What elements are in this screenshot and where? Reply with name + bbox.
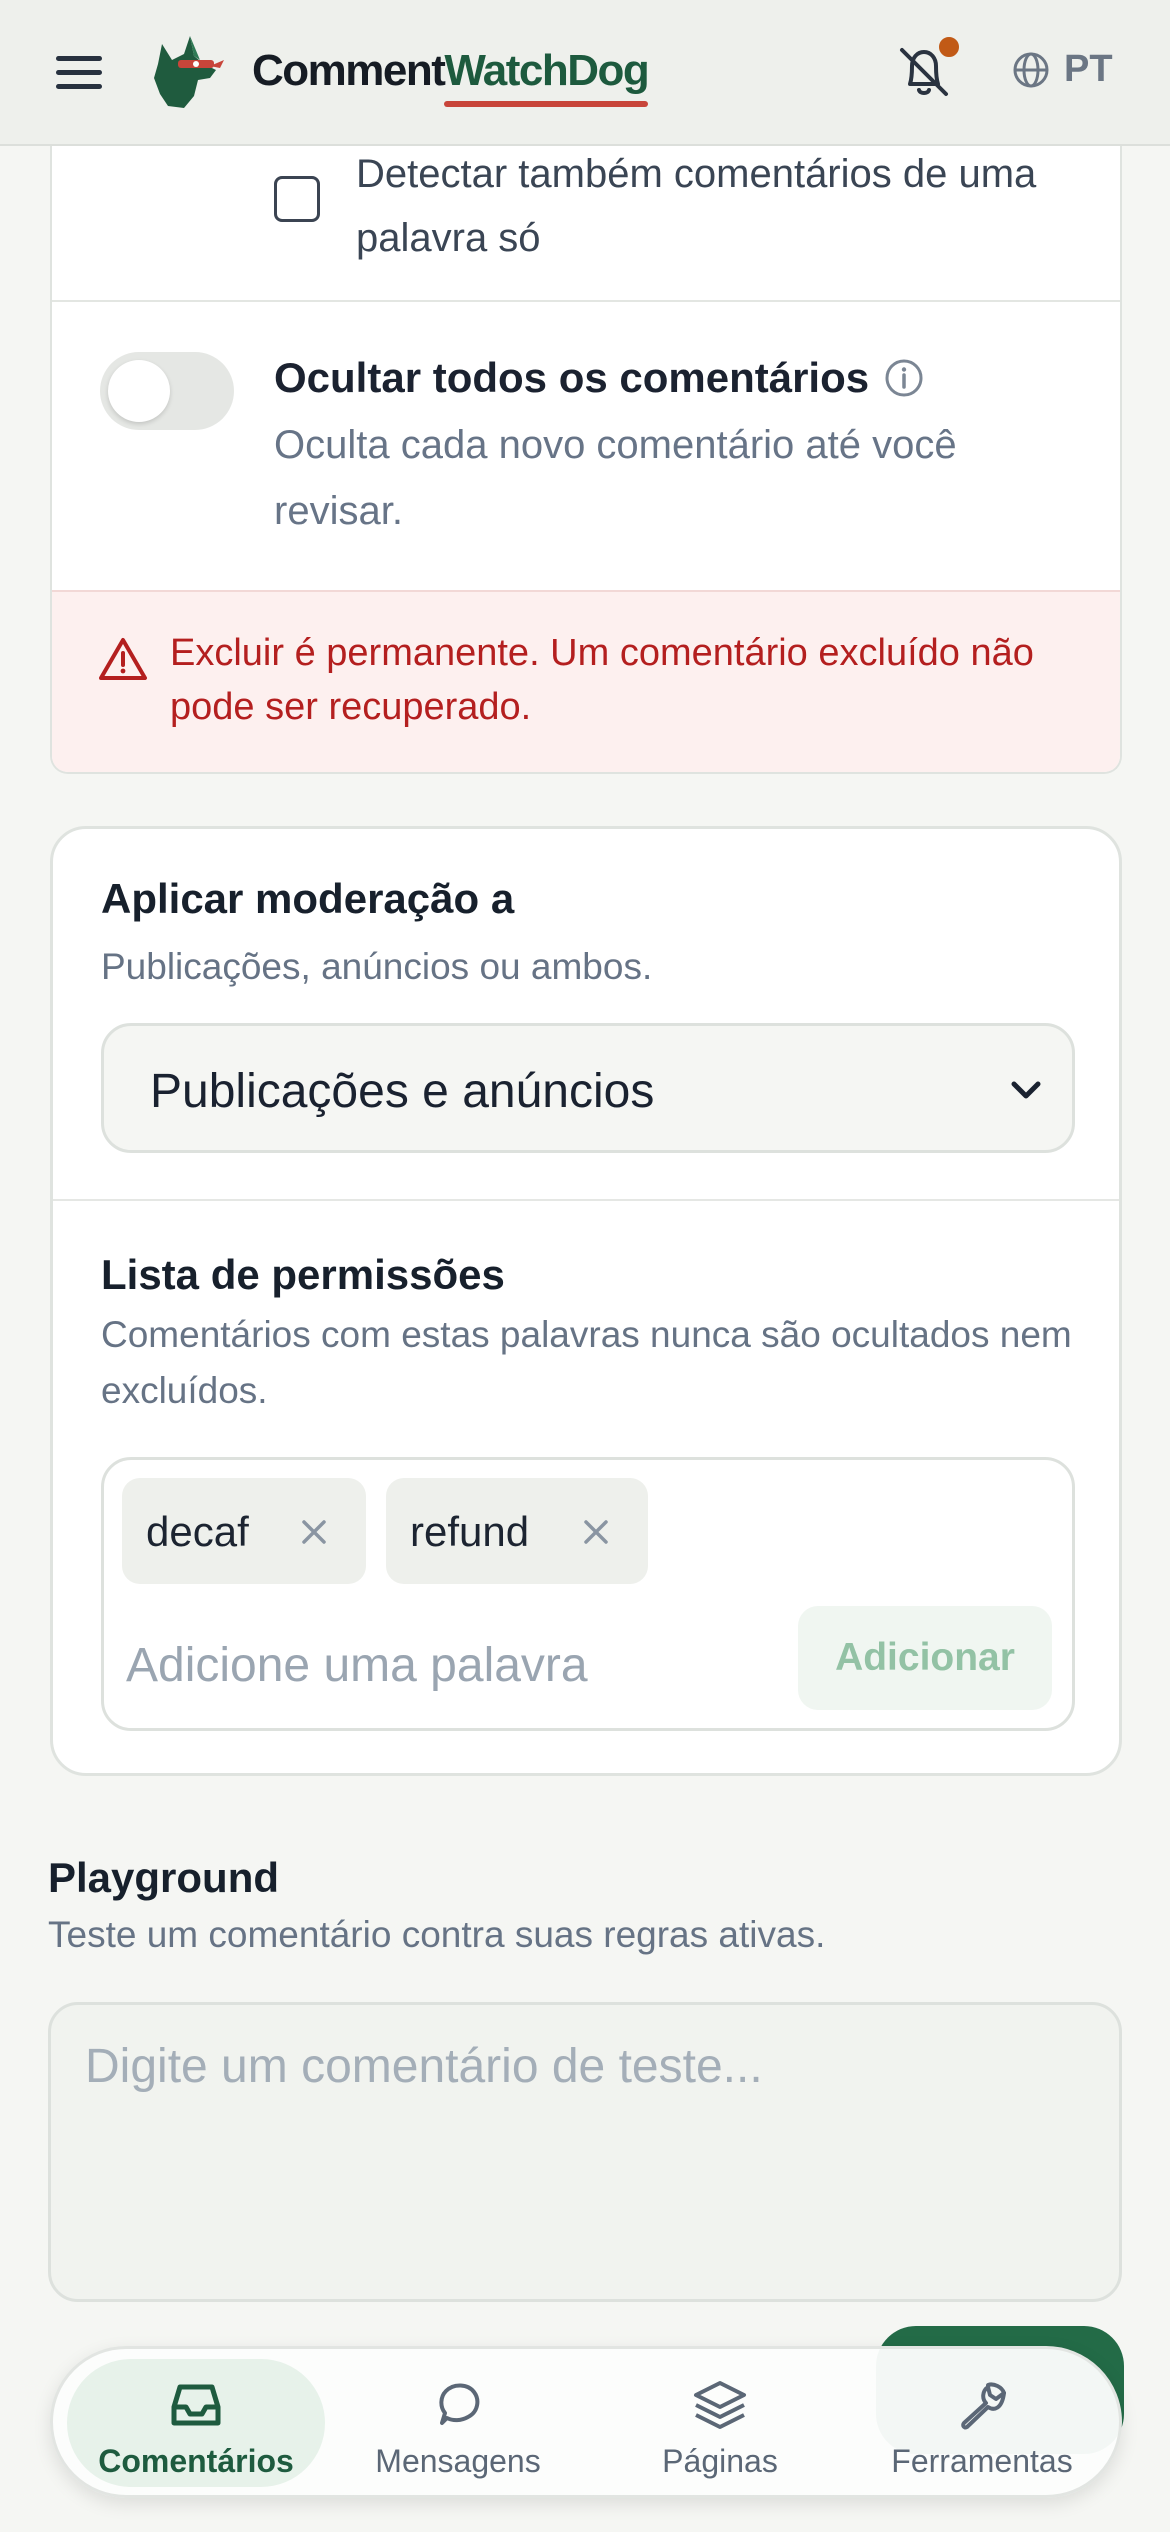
single-word-option: Detectar também comentários de uma palav… [52,146,1120,302]
notification-badge [936,34,962,60]
allowlist-title: Lista de permissões [101,1251,505,1298]
globe-icon [1013,52,1049,87]
info-icon[interactable] [882,356,926,400]
warning-text: Excluir é permanente. Um comentário excl… [170,632,1034,728]
app-header: CommentWatchDog PT [0,0,1170,146]
chat-bubble-icon [439,2383,480,2425]
nav-tab-mensagens[interactable]: Mensagens [329,2359,587,2487]
nav-label: Ferramentas [891,2443,1073,2479]
nav-label: Páginas [662,2443,778,2479]
nav-tab-ferramentas[interactable]: Ferramentas [853,2359,1111,2487]
moderation-target-select[interactable]: Publicações e anúncios [101,1023,1075,1153]
single-word-label: Detectar também comentários de uma palav… [356,152,1037,260]
moderation-card: Aplicar moderação a Publicações, anúncio… [50,826,1122,1776]
wrench-icon [961,2382,1006,2430]
single-word-checkbox[interactable] [274,176,320,222]
tag-label: decaf [146,1508,249,1555]
layers-icon [694,2381,746,2429]
language-selector[interactable]: PT [1012,48,1113,91]
hide-all-option: Ocultar todos os comentários Oculta cada… [52,302,1120,590]
hide-all-description: Oculta cada novo comentário até você rev… [274,423,957,533]
delete-warning: Excluir é permanente. Um comentário excl… [52,590,1120,772]
allowlist-editor: decaf refund Adicionar [101,1457,1075,1731]
select-value: Publicações e anúncios [150,1065,655,1118]
hide-all-title: Ocultar todos os comentários [274,354,870,401]
tag-label: refund [410,1508,530,1555]
hide-all-toggle[interactable] [100,352,234,430]
section-divider [53,1199,1119,1201]
nav-tab-paginas[interactable]: Páginas [591,2359,849,2487]
moderation-title: Aplicar moderação a [101,875,515,922]
close-icon[interactable] [294,1512,334,1552]
toggle-knob [108,360,170,422]
nav-label: Comentários [98,2443,294,2479]
language-code: PT [1064,48,1113,90]
nav-tab-comentarios[interactable]: Comentários [67,2359,325,2487]
dog-logo-icon [154,36,224,108]
nav-label: Mensagens [375,2443,541,2479]
allowlist-tag: refund [386,1478,648,1584]
comment-rules-card: Detectar também comentários de uma palav… [50,146,1122,774]
warning-triangle-icon [99,638,147,680]
add-word-input[interactable] [126,1620,786,1710]
menu-icon[interactable] [56,56,102,90]
brand-part-1: Comment [252,46,446,95]
brand-part-2: WatchDog [444,46,649,95]
add-word-button[interactable]: Adicionar [798,1606,1052,1710]
playground-title: Playground [48,1854,280,1901]
close-icon[interactable] [576,1512,616,1552]
brand-name[interactable]: CommentWatchDog [252,46,650,96]
chevron-down-icon [1011,1081,1041,1099]
bottom-navigation: Comentários Mensagens Páginas Ferramenta… [50,2346,1122,2498]
inbox-icon [171,2384,221,2426]
test-comment-input[interactable] [48,2002,1122,2302]
moderation-subtitle: Publicações, anúncios ou ambos. [101,946,653,987]
allowlist-tag: decaf [122,1478,366,1584]
allowlist-subtitle: Comentários com estas palavras nunca são… [101,1314,1072,1411]
playground-subtitle: Teste um comentário contra suas regras a… [48,1914,826,1955]
